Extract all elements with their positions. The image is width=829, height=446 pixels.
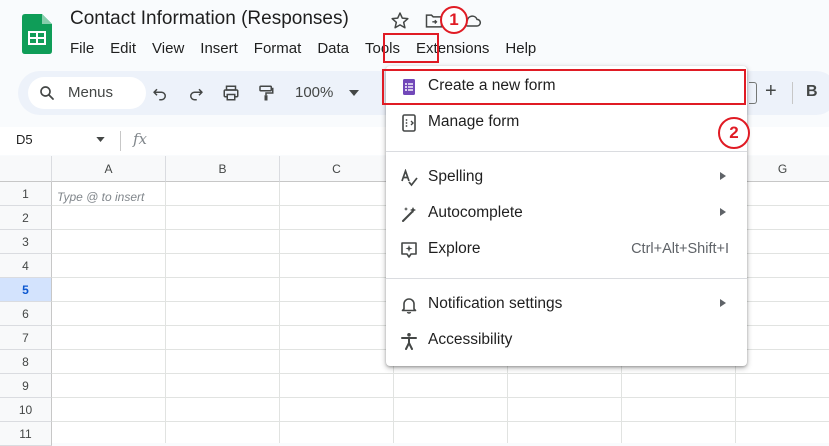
grid-line — [279, 182, 280, 443]
manage-form-label: Manage form — [428, 113, 520, 130]
notification-settings-item[interactable]: Notification settings — [386, 289, 747, 321]
increase-font-size-button[interactable]: + — [765, 80, 777, 103]
submenu-arrow-icon — [720, 208, 726, 216]
row-header-10[interactable]: 10 — [0, 398, 52, 422]
row-header-4[interactable]: 4 — [0, 254, 52, 278]
fx-icon: fx — [133, 130, 148, 148]
spelling-label: Spelling — [428, 168, 484, 185]
row-header-3[interactable]: 3 — [0, 230, 52, 254]
name-box[interactable]: D5 — [16, 132, 33, 147]
explore-icon — [401, 242, 417, 258]
cell-a1-hint[interactable]: Type @ to insert — [57, 190, 144, 204]
toolbar-divider — [792, 82, 793, 104]
row-header-11[interactable]: 11 — [0, 422, 52, 446]
menu-separator — [386, 278, 747, 279]
row-header-7[interactable]: 7 — [0, 326, 52, 350]
menu-format[interactable]: Format — [246, 38, 310, 60]
row-header-5[interactable]: 5 — [0, 278, 52, 302]
select-all-corner[interactable] — [0, 156, 52, 182]
autocomplete-icon — [402, 207, 416, 222]
undo-icon[interactable] — [151, 84, 169, 102]
font-size-box-edge[interactable] — [749, 82, 757, 104]
grid-line — [52, 373, 829, 374]
menu-bar: File Edit View Insert Format Data Tools … — [62, 38, 544, 60]
submenu-arrow-icon — [720, 299, 726, 307]
step-1-annotation: 1 — [440, 6, 468, 34]
explore-item[interactable]: Explore Ctrl+Alt+Shift+I — [386, 234, 747, 266]
grid-line — [165, 182, 166, 443]
row-header-1[interactable]: 1 — [0, 182, 52, 206]
accessibility-icon — [401, 333, 417, 350]
row-header-6[interactable]: 6 — [0, 302, 52, 326]
menu-file[interactable]: File — [62, 38, 102, 60]
document-title[interactable]: Contact Information (Responses) — [70, 8, 349, 30]
sheets-logo-icon[interactable] — [22, 14, 52, 54]
column-header-g[interactable]: G — [736, 156, 829, 182]
formula-divider — [120, 131, 121, 151]
menu-help[interactable]: Help — [497, 38, 544, 60]
accessibility-label: Accessibility — [428, 331, 513, 348]
menus-search-label: Menus — [68, 84, 114, 101]
column-header-b[interactable]: B — [166, 156, 280, 182]
grid-line — [52, 421, 829, 422]
menu-data[interactable]: Data — [309, 38, 357, 60]
zoom-dropdown-icon[interactable] — [349, 90, 359, 96]
row-header-9[interactable]: 9 — [0, 374, 52, 398]
print-icon[interactable] — [222, 84, 240, 102]
menu-edit[interactable]: Edit — [102, 38, 144, 60]
notification-settings-label: Notification settings — [428, 295, 563, 312]
explore-label: Explore — [428, 240, 481, 257]
zoom-select[interactable]: 100% — [295, 84, 333, 101]
column-header-c[interactable]: C — [280, 156, 394, 182]
star-icon[interactable] — [390, 11, 410, 31]
bold-button[interactable]: B — [806, 83, 818, 101]
bell-icon — [401, 298, 417, 314]
row-header-2[interactable]: 2 — [0, 206, 52, 230]
row-header-8[interactable]: 8 — [0, 350, 52, 374]
manage-form-item[interactable]: Manage form — [386, 107, 747, 139]
autocomplete-label: Autocomplete — [428, 204, 523, 221]
step-2-annotation: 2 — [718, 117, 750, 149]
paint-format-icon[interactable] — [257, 84, 275, 102]
explore-shortcut: Ctrl+Alt+Shift+I — [631, 241, 729, 257]
search-icon — [40, 86, 54, 100]
name-box-dropdown-icon[interactable] — [96, 137, 105, 142]
grid-line — [52, 397, 829, 398]
menu-insert[interactable]: Insert — [192, 38, 246, 60]
manage-form-icon — [402, 114, 416, 132]
menu-view[interactable]: View — [144, 38, 192, 60]
redo-icon[interactable] — [187, 84, 205, 102]
menu-separator — [386, 151, 747, 152]
column-header-a[interactable]: A — [52, 156, 166, 182]
accessibility-item[interactable]: Accessibility — [386, 325, 747, 357]
spelling-icon — [401, 169, 418, 187]
submenu-arrow-icon — [720, 172, 726, 180]
tools-highlight-box — [383, 33, 439, 63]
spelling-item[interactable]: Spelling — [386, 162, 747, 194]
autocomplete-item[interactable]: Autocomplete — [386, 198, 747, 230]
create-form-highlight-box — [382, 69, 746, 105]
